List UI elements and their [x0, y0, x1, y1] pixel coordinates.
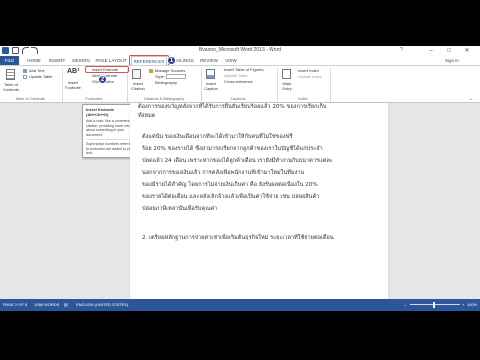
manage-sources-icon	[149, 69, 153, 73]
zoom-slider[interactable]	[410, 304, 460, 305]
doc-line: ของมีรายได้สำคัญ โดยการไม่จ่ายเงินเก็บค่…	[142, 182, 318, 188]
word-count[interactable]: 1088 WORDS	[34, 299, 59, 311]
tooltip-title: Insert Endnote (Alt+Ctrl+D)	[86, 107, 115, 117]
doc-line: ตั้งแต่นั้น ของเงินเดือนจากที่จะได้เข้าม…	[142, 134, 293, 140]
insert-table-of-figures-button[interactable]: Insert Table of Figures	[224, 67, 264, 72]
insert-caption-button[interactable]: Insert Caption	[202, 81, 220, 91]
redo-icon[interactable]	[31, 47, 38, 54]
group-label-footnotes: Footnotes	[85, 97, 103, 101]
update-index-button[interactable]: Update Index	[298, 74, 322, 79]
zoom-slider-thumb[interactable]	[433, 302, 435, 308]
insert-citation-button[interactable]: Insert Citation	[129, 81, 147, 91]
word-window: Bvaono_Microsoft Word 2013 - Word ? – □ …	[0, 46, 480, 311]
language-indicator[interactable]: ENGLISH (UNITED STATES)	[76, 299, 128, 311]
footnote-ab-icon: AB¹	[67, 68, 80, 75]
title-bar: Bvaono_Microsoft Word 2013 - Word ? – □ …	[0, 46, 480, 56]
doc-line: ปล่อยภาษีเหล่านั้นเพื่อรับคุณค่า	[142, 206, 218, 212]
undo-icon[interactable]	[22, 47, 29, 54]
mark-entry-icon	[282, 69, 291, 79]
tooltip-body: Add a note, like a comment or citation, …	[86, 119, 134, 137]
insert-index-button[interactable]: Insert Index	[298, 68, 319, 73]
doc-line: ต้องการของขวัญหลังจากที่ได้รับการยืนยันเ…	[138, 104, 327, 110]
word-logo-icon	[2, 47, 9, 54]
insert-endnote-highlight	[85, 66, 129, 73]
minimize-button[interactable]: –	[424, 46, 438, 56]
tab-page-layout[interactable]: PAGE LAYOUT	[94, 56, 128, 65]
tab-insert[interactable]: INSERT	[46, 56, 68, 65]
group-divider	[330, 68, 331, 102]
table-of-contents-button[interactable]: Table of Contents	[1, 82, 21, 92]
update-table-button[interactable]: Update Table	[29, 74, 53, 79]
tooltip-extra: Superscript numbers referring to endnote…	[86, 142, 134, 155]
proofing-icon[interactable]: ▤	[64, 299, 68, 311]
sign-in-link[interactable]: Sign in	[445, 56, 459, 65]
add-text-button[interactable]: Add Text	[29, 68, 45, 73]
doc-line: ทั้งหมด	[138, 113, 156, 119]
zoom-in-button[interactable]: +	[462, 299, 464, 311]
style-dropdown[interactable]	[166, 74, 186, 79]
maximize-button[interactable]: □	[442, 46, 456, 56]
page-count[interactable]: PAGE 2 OF 8	[3, 299, 27, 311]
doc-line: ปลดแล้ว 24 เดือน เพราะหากของได้ลูกค้าเดื…	[142, 158, 333, 164]
close-button[interactable]: ✕	[460, 46, 474, 56]
zoom-out-button[interactable]: –	[404, 299, 406, 311]
table-of-contents-icon	[6, 69, 15, 80]
doc-line: นอกจากการของเงินแล้ว การคลังเพื่อพนักงาน…	[142, 170, 305, 176]
bibliography-button[interactable]: Bibliography	[155, 80, 177, 85]
window-title: Bvaono_Microsoft Word 2013 - Word	[198, 47, 282, 53]
style-label: Style:	[155, 74, 166, 79]
update-table-of-figures-button[interactable]: Update Table	[224, 73, 248, 78]
tooltip-divider	[86, 139, 136, 140]
group-label-citations: Citations & Bibliography	[143, 97, 185, 101]
group-divider	[62, 68, 63, 102]
video-frame: Bvaono_Microsoft Word 2013 - Word ? – □ …	[0, 0, 480, 360]
step-marker-1: 1	[167, 56, 176, 65]
step-marker-2: 2	[98, 75, 107, 84]
ribbon-tabs: FILE HOME INSERT DESIGN PAGE LAYOUT REFE…	[0, 56, 480, 65]
doc-line: 2. เตรียมหลักฐานการจ่ายค่าเช่าเพื่อเริ่ม…	[142, 235, 334, 241]
doc-line: ร้อย 20% ของรายได้ ซึ่งสามารถเรียกจากลูก…	[142, 146, 323, 152]
tab-home[interactable]: HOME	[24, 56, 44, 65]
help-button[interactable]: ?	[400, 47, 403, 53]
tab-review[interactable]: REVIEW	[197, 56, 221, 65]
save-icon[interactable]	[12, 47, 19, 54]
group-label-toc: Table of Contents	[15, 97, 45, 101]
group-label-index: Index	[298, 97, 308, 101]
insert-caption-icon	[206, 69, 215, 79]
ribbon-references: Table of Contents Add Text Update Table …	[0, 65, 480, 103]
tab-design[interactable]: DESIGN	[70, 56, 92, 65]
document-page[interactable]: ต้องการของขวัญหลังจากที่ได้รับการยืนยันเ…	[130, 103, 388, 299]
group-label-captions: Captions	[230, 97, 246, 101]
tab-file[interactable]: FILE	[0, 56, 19, 65]
zoom-level[interactable]: 100%	[467, 299, 477, 311]
tab-view[interactable]: VIEW	[222, 56, 240, 65]
doc-line: ของรายได้ต่อเดือน และหลังเลิกจ้างแล้วเพื…	[142, 194, 320, 200]
manage-sources-button[interactable]: Manage Sources	[155, 68, 185, 73]
insert-citation-icon	[132, 69, 141, 79]
add-text-icon	[23, 69, 27, 73]
update-table-icon	[23, 75, 27, 79]
status-bar: PAGE 2 OF 8 1088 WORDS ▤ ENGLISH (UNITED…	[0, 299, 480, 311]
insert-footnote-button[interactable]: Insert Footnote	[64, 80, 82, 90]
mark-entry-button[interactable]: Mark Entry	[279, 81, 295, 91]
collapse-ribbon-icon[interactable]: ^	[470, 97, 472, 102]
cross-reference-button[interactable]: Cross-reference	[224, 79, 253, 84]
